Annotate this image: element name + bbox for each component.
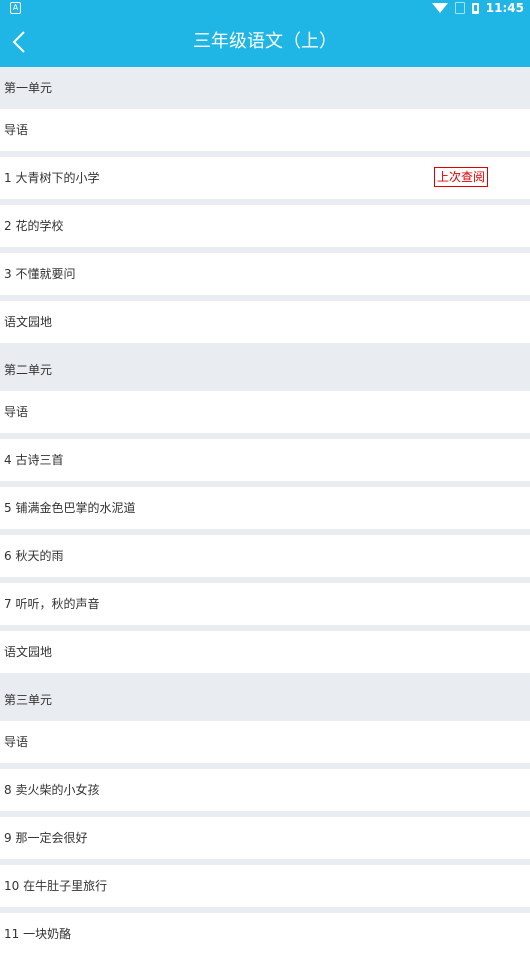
lesson-list: 第一单元 导语 1 大青树下的小学 上次查阅 2 花的学校 3 不懂就要问 语文园地 第二单元… xyxy=(0,67,530,955)
notification-icon: A xyxy=(10,2,21,14)
list-item-label: 10 在牛肚子里旅行 xyxy=(4,879,108,893)
list-item-label: 导语 xyxy=(4,405,29,419)
list-item-label: 6 秋天的雨 xyxy=(4,549,64,563)
list-item[interactable]: 9 那一定会很好 xyxy=(0,817,530,859)
list-item-label: 语文园地 xyxy=(4,645,53,659)
section-header: 第三单元 xyxy=(0,679,530,721)
list-item-label: 7 听听，秋的声音 xyxy=(4,597,100,611)
list-item[interactable]: 2 花的学校 xyxy=(0,205,530,247)
section-header: 第一单元 xyxy=(0,67,530,109)
list-item-label: 5 铺满金色巴掌的水泥道 xyxy=(4,501,136,515)
list-item-label: 9 那一定会很好 xyxy=(4,831,88,845)
list-item-label: 3 不懂就要问 xyxy=(4,267,76,281)
status-icons: 11:45 xyxy=(431,0,524,16)
list-item[interactable]: 10 在牛肚子里旅行 xyxy=(0,865,530,907)
list-item-label: 11 一块奶酪 xyxy=(4,927,72,941)
page-title: 三年级语文（上） xyxy=(193,31,337,52)
wifi-icon xyxy=(431,3,448,13)
list-item[interactable]: 3 不懂就要问 xyxy=(0,253,530,295)
list-item-label: 语文园地 xyxy=(4,315,53,329)
list-item[interactable]: 7 听听，秋的声音 xyxy=(0,583,530,625)
list-item[interactable]: 6 秋天的雨 xyxy=(0,535,530,577)
list-item-label: 导语 xyxy=(4,123,29,137)
list-item-label: 4 古诗三首 xyxy=(4,453,64,467)
list-item[interactable]: 导语 xyxy=(0,721,530,763)
list-item[interactable]: 导语 xyxy=(0,109,530,151)
list-item[interactable]: 8 卖火柴的小女孩 xyxy=(0,769,530,811)
section-label: 第三单元 xyxy=(4,693,53,707)
status-bar: A 11:45 xyxy=(0,0,530,16)
battery-icon xyxy=(471,2,479,14)
section-label: 第一单元 xyxy=(4,81,53,95)
last-viewed-badge: 上次查阅 xyxy=(433,167,488,187)
section-header: 第二单元 xyxy=(0,349,530,391)
section-label: 第二单元 xyxy=(4,363,53,377)
app-header: 三年级语文（上） xyxy=(0,16,530,67)
list-item[interactable]: 语文园地 xyxy=(0,631,530,673)
status-time: 11:45 xyxy=(485,1,524,15)
list-item[interactable]: 1 大青树下的小学 上次查阅 xyxy=(0,157,530,199)
list-item-label: 导语 xyxy=(4,735,29,749)
list-item[interactable]: 导语 xyxy=(0,391,530,433)
list-item-label: 8 卖火柴的小女孩 xyxy=(4,783,100,797)
list-item[interactable]: 11 一块奶酪 xyxy=(0,913,530,955)
list-item[interactable]: 语文园地 xyxy=(0,301,530,343)
list-item-label: 1 大青树下的小学 xyxy=(4,171,100,185)
list-item[interactable]: 5 铺满金色巴掌的水泥道 xyxy=(0,487,530,529)
list-item[interactable]: 4 古诗三首 xyxy=(0,439,530,481)
sim-icon xyxy=(454,2,465,14)
list-item-label: 2 花的学校 xyxy=(4,219,64,233)
